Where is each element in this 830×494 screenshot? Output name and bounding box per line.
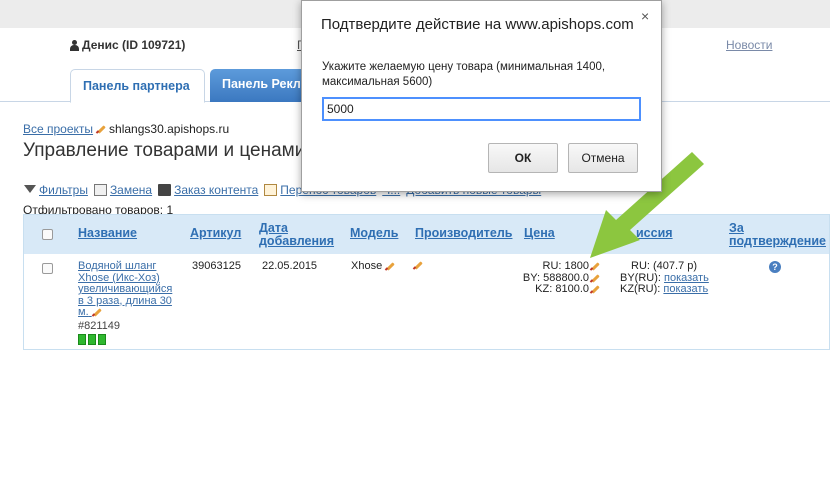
product-date: 22.05.2015 — [262, 260, 318, 272]
status-indicators — [78, 334, 108, 349]
user-icon — [70, 39, 79, 51]
page-title: Управление товарами и ценами — [23, 140, 306, 161]
dialog-message: Укажите желаемую цену товара (минимальна… — [322, 61, 606, 88]
col-date-line2: добавления — [259, 234, 335, 248]
cancel-button[interactable]: Отмена — [568, 143, 638, 173]
price-input[interactable] — [322, 97, 641, 121]
order-content-icon — [158, 184, 172, 196]
edit-model-pencil-icon[interactable] — [385, 261, 395, 271]
product-name-line: Водяной шланг — [78, 260, 157, 272]
status-green-box — [98, 334, 106, 345]
price-kz: KZ: 8100.0 — [502, 283, 600, 296]
breadcrumb-all-projects[interactable]: Все проекты — [23, 122, 93, 136]
col-article[interactable]: Артикул — [190, 227, 241, 240]
product-name-link[interactable]: Водяной шланг Xhose (Икс-Хоз) увеличиваю… — [78, 260, 178, 319]
status-green-box — [88, 334, 96, 345]
edit-price-by-pencil-icon[interactable] — [590, 273, 600, 283]
col-confirm-line2: подтверждение — [729, 234, 826, 248]
col-name[interactable]: Название — [78, 227, 137, 240]
edit-name-pencil-icon[interactable] — [92, 307, 102, 317]
col-manufacturer[interactable]: Производитель — [415, 227, 512, 240]
price-kz-value: 8100.0 — [555, 283, 589, 295]
product-prices: RU: 1800 BY: 588800.0 KZ: 8100.0 — [502, 260, 600, 296]
col-date-line1: Дата — [259, 221, 288, 235]
order-content-button[interactable]: Заказ контента — [158, 183, 258, 197]
status-green-box — [78, 334, 86, 345]
tab-ads-panel[interactable]: Панель Рекла — [210, 69, 310, 102]
edit-price-kz-pencil-icon[interactable] — [590, 284, 600, 294]
user-name: Денис (ID 109721) — [82, 38, 186, 52]
commission-by-label: BY(RU): — [620, 271, 661, 284]
close-icon[interactable]: × — [641, 8, 649, 24]
edit-pencil-icon[interactable] — [96, 124, 106, 134]
replace-icon — [93, 184, 107, 196]
product-name-line: увеличивающийся — [78, 283, 173, 295]
select-all-checkbox[interactable] — [42, 229, 53, 240]
filter-icon — [23, 184, 36, 196]
product-name-line: м. — [78, 306, 89, 318]
product-name-line: в 3 раза, длина 30 — [78, 294, 172, 307]
col-date[interactable]: Дата добавления — [259, 222, 334, 248]
news-link[interactable]: Новости — [726, 38, 772, 52]
col-confirm[interactable]: За подтверждение — [729, 222, 826, 248]
commission-by-show-link[interactable]: показать — [664, 272, 709, 284]
replace-label: Замена — [109, 183, 153, 197]
product-commission: RU: (407.7 р) BY(RU): показать KZ(RU): п… — [620, 260, 709, 296]
commission-kz: KZ(RU): показать — [620, 283, 709, 296]
tab-partner-panel[interactable]: Панель партнера — [70, 69, 205, 103]
row-checkbox[interactable] — [42, 263, 53, 274]
confirm-dialog: Подтвердите действие на www.apishops.com… — [301, 0, 662, 192]
order-content-label: Заказ контента — [174, 183, 259, 197]
product-article: 39063125 — [192, 260, 241, 272]
filters-button[interactable]: Фильтры — [23, 183, 88, 197]
commission-kz-label: KZ(RU): — [620, 283, 661, 295]
col-confirm-line1: За — [729, 221, 744, 235]
commission-kz-show-link[interactable]: показать — [663, 283, 708, 295]
product-model: Xhose — [351, 260, 395, 273]
product-sku: #821149 — [78, 320, 121, 332]
product-manufacturer — [413, 260, 423, 272]
replace-button[interactable]: Замена — [93, 183, 153, 197]
col-model[interactable]: Модель — [350, 227, 398, 240]
breadcrumb: Все проекты shlangs30.apishops.ru — [23, 122, 229, 136]
price-by-value: 588800.0 — [543, 271, 589, 284]
dialog-title: Подтвердите действие на www.apishops.com — [321, 16, 634, 33]
product-model-value: Xhose — [351, 260, 383, 272]
help-icon[interactable]: ? — [769, 261, 781, 273]
breadcrumb-current: shlangs30.apishops.ru — [109, 122, 230, 136]
user-info: Денис (ID 109721) — [70, 38, 185, 52]
price-ru-label: RU: — [542, 260, 562, 272]
edit-manufacturer-pencil-icon[interactable] — [413, 260, 423, 270]
transfer-icon — [264, 184, 278, 196]
ok-button[interactable]: ОК — [488, 143, 558, 173]
col-price[interactable]: Цена — [524, 227, 555, 240]
price-kz-label: KZ: — [535, 283, 553, 295]
product-name-line: Xhose (Икс-Хоз) — [78, 271, 160, 284]
filters-label: Фильтры — [39, 183, 88, 197]
price-by-label: BY: — [522, 271, 541, 284]
